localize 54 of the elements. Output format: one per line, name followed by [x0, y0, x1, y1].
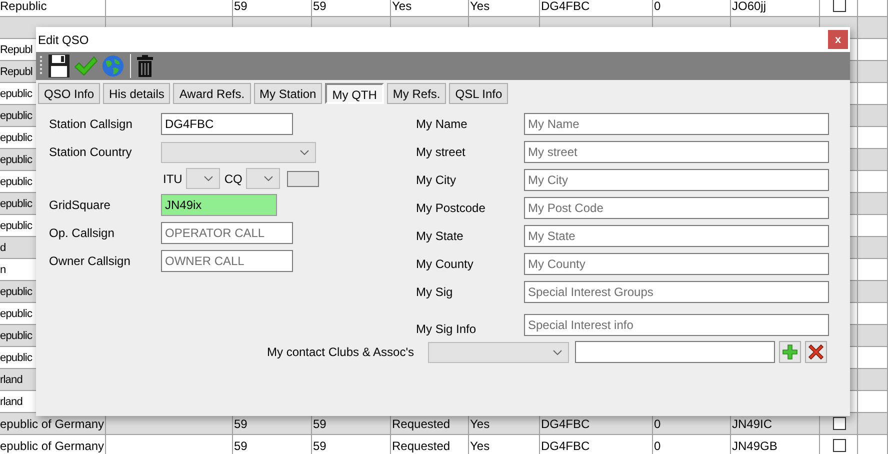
table-cell: JN49GB — [731, 435, 820, 454]
field-label: My Name — [416, 117, 468, 131]
table-cell: DG4FBC — [540, 435, 653, 454]
tab[interactable]: QSO Info — [38, 83, 100, 104]
chevron-icon — [264, 176, 274, 181]
tab[interactable]: QSL Info — [449, 83, 508, 104]
checkbox[interactable] — [832, 439, 846, 452]
chevron-icon — [553, 350, 562, 354]
input-field[interactable]: JN49ix — [161, 194, 277, 216]
trash-icon[interactable] — [137, 55, 153, 77]
input-field[interactable]: My street — [524, 141, 829, 163]
table-cell: 0 — [653, 435, 731, 454]
field-label: My County — [416, 257, 474, 271]
table-cell: Yes — [469, 435, 540, 454]
input-field[interactable]: My Name — [524, 113, 829, 135]
save-icon[interactable] — [48, 54, 70, 78]
table-cell: Requested — [391, 435, 469, 454]
input-field[interactable]: My City — [524, 169, 829, 191]
tab[interactable]: My Refs. — [386, 83, 446, 104]
field-label: My contact Clubs & Assoc's — [267, 345, 414, 359]
club-input-field[interactable] — [575, 341, 776, 363]
checkbox[interactable] — [832, 417, 846, 430]
table-cell: epublic of Germany — [0, 435, 106, 454]
checkbox[interactable] — [832, 0, 846, 12]
field-label: My Sig Info — [416, 322, 478, 336]
input-field[interactable]: My State — [524, 225, 829, 247]
input-field[interactable]: Special Interest Groups — [524, 281, 829, 303]
tab[interactable]: His details — [103, 83, 170, 104]
table-cell: 59 — [233, 435, 312, 454]
color-swatch — [287, 170, 320, 186]
globe-icon[interactable] — [102, 55, 124, 77]
field-label: ITU — [163, 172, 182, 186]
input-field[interactable]: My Post Code — [524, 197, 829, 219]
tab[interactable]: My Station — [254, 83, 322, 104]
field-label: My Sig — [416, 285, 454, 299]
input-field[interactable]: OWNER CALL — [161, 250, 293, 272]
field-label: My Postcode — [416, 201, 486, 215]
close-button[interactable]: x — [828, 30, 848, 49]
checkmark-icon[interactable] — [74, 56, 98, 76]
chevron-icon — [204, 176, 214, 181]
grip-icon[interactable] — [39, 55, 43, 77]
input-field[interactable]: DG4FBC — [161, 113, 293, 135]
input-field[interactable]: OPERATOR CALL — [161, 222, 293, 244]
tab[interactable]: Award Refs. — [173, 83, 251, 104]
remove-button[interactable] — [805, 341, 828, 363]
field-label: My State — [416, 229, 464, 243]
field-label: CQ — [224, 172, 242, 186]
table-cell: 59 — [312, 435, 391, 454]
chevron-icon — [300, 150, 309, 154]
field-label: My street — [416, 145, 466, 159]
input-field[interactable]: Special Interest info — [524, 314, 829, 336]
input-field[interactable]: My County — [524, 253, 829, 275]
field-label: My City — [416, 173, 457, 187]
tab[interactable]: My QTH — [325, 83, 384, 104]
